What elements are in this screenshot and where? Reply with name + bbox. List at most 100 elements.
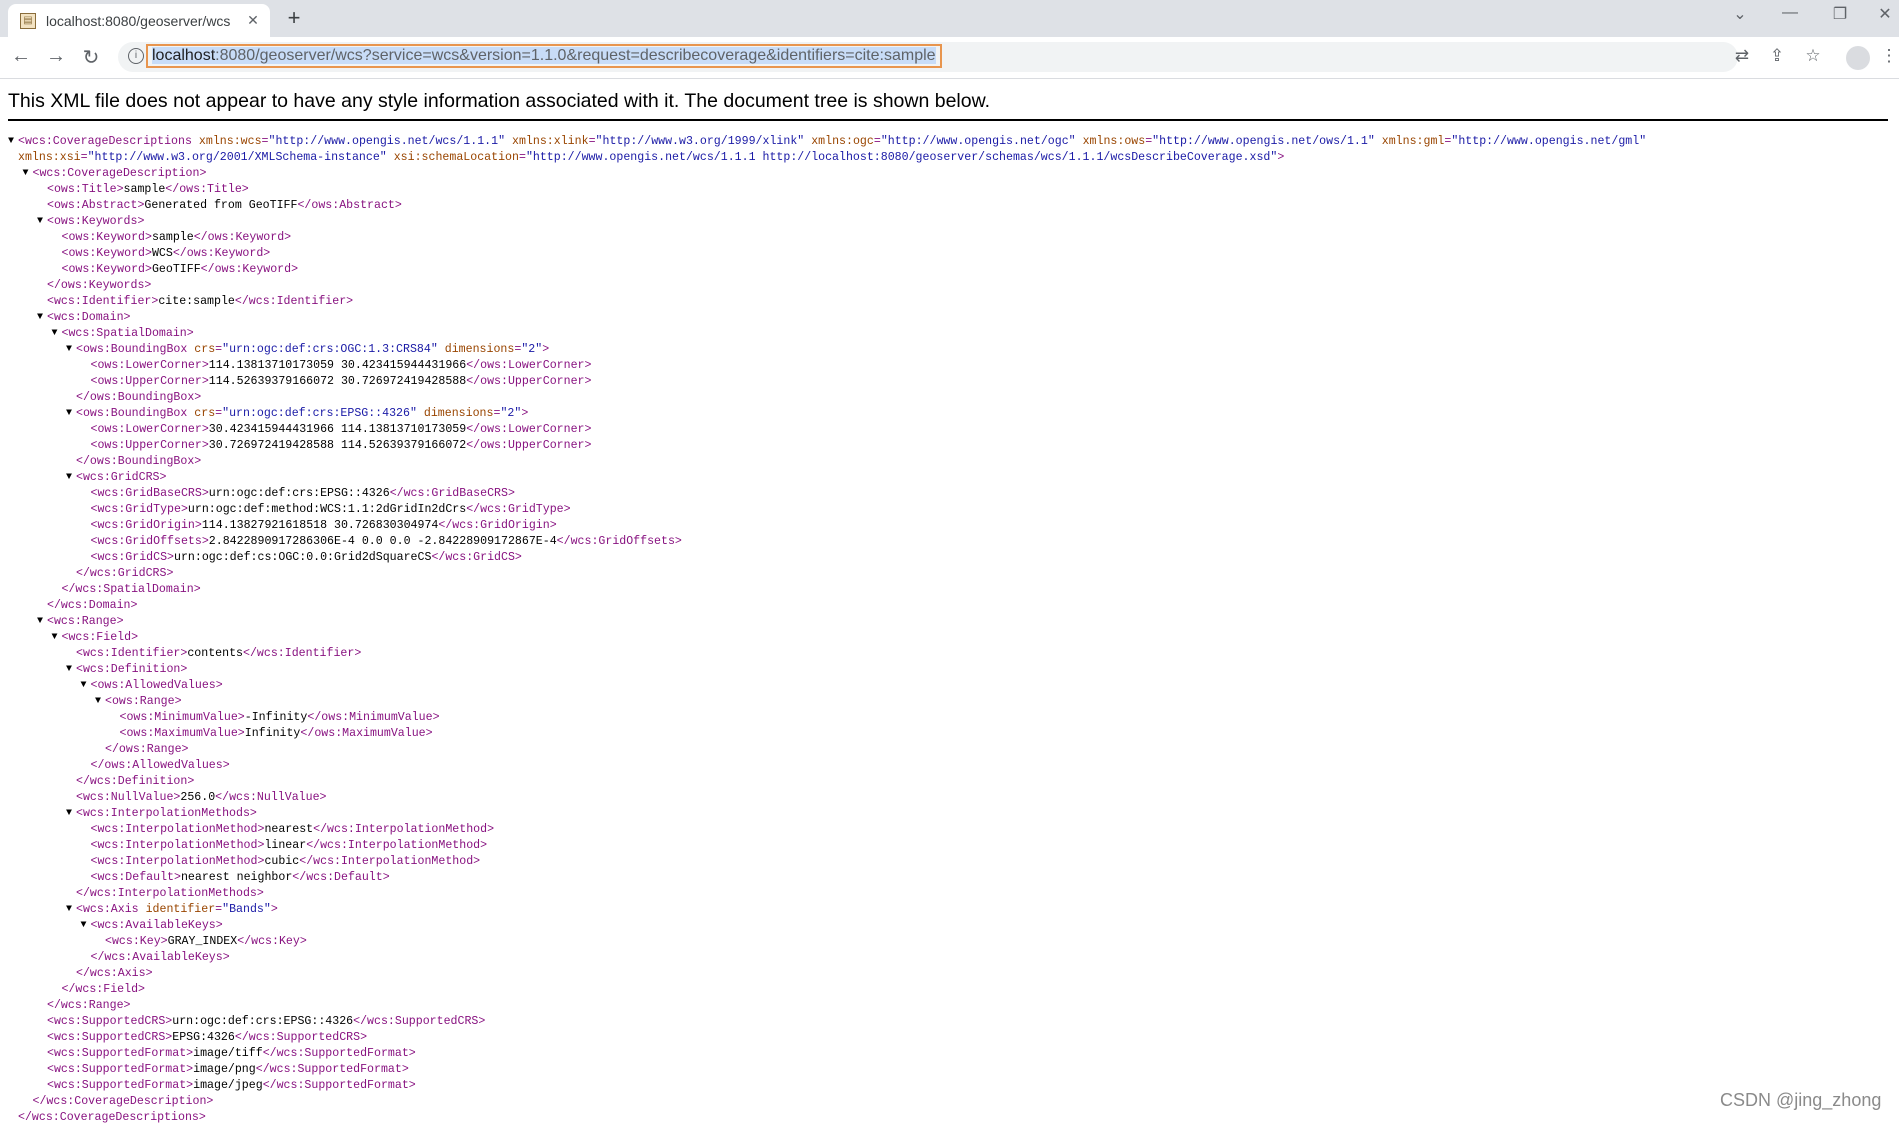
xml-text: 114.13827921618518 30.726830304974 (201, 519, 439, 532)
xml-line: ▼ <wcs:SpatialDomain> (8, 326, 1646, 342)
xml-line: ▼ <ows:Range> (8, 694, 1646, 710)
xml-line: <ows:LowerCorner>30.423415944431966 114.… (8, 422, 1646, 438)
profile-avatar[interactable] (1846, 46, 1870, 70)
xml-tag: </wcs:Axis> (76, 967, 153, 980)
xml-line: </wcs:Definition> (8, 774, 1646, 790)
xml-line: </ows:BoundingBox> (8, 390, 1646, 406)
xml-tag: <wcs:InterpolationMethod> (90, 855, 265, 868)
xml-tag: <ows:LowerCorner> (90, 359, 209, 372)
xml-text: 30.726972419428588 114.52639379166072 (208, 439, 467, 452)
xml-line: <ows:MaximumValue>Infinity</ows:MaximumV… (8, 726, 1646, 742)
xml-tag: </ows:UpperCorner> (466, 375, 592, 388)
xml-tag: <wcs:GridBaseCRS> (90, 487, 209, 500)
xml-tag: = (80, 151, 88, 164)
xml-attr-value: "http://www.opengis.net/ows/1.1" (1152, 135, 1375, 148)
xml-text: Infinity (244, 727, 301, 740)
xml-line: ▼ <wcs:GridCRS> (8, 470, 1646, 486)
xml-tag: </wcs:Identifier> (243, 647, 362, 660)
xml-tag: <ows:Title> (47, 183, 124, 196)
xml-line: </wcs:Range> (8, 998, 1646, 1014)
xml-tag: = (873, 135, 881, 148)
collapse-toggle-icon[interactable]: ▼ (95, 694, 101, 710)
xml-line: <ows:MinimumValue>-Infinity</ows:Minimum… (8, 710, 1646, 726)
xml-line: </wcs:CoverageDescriptions> (8, 1110, 1646, 1126)
xml-tag: <ows:BoundingBox (76, 343, 195, 356)
xml-text: 2.8422890917286306E-4 0.0 0.0 -2.8422890… (208, 535, 557, 548)
xml-text: nearest (264, 823, 314, 836)
collapse-toggle-icon[interactable]: ▼ (66, 806, 72, 822)
new-tab-icon[interactable]: + (282, 5, 306, 31)
xml-tag: <wcs:CoverageDescriptions (18, 135, 199, 148)
xml-line: ▼ <ows:Keywords> (8, 214, 1646, 230)
xml-text: contents (187, 647, 243, 660)
collapse-toggle-icon[interactable]: ▼ (66, 662, 72, 678)
site-info-icon[interactable]: i (128, 48, 144, 64)
xml-line: <wcs:Default>nearest neighbor</wcs:Defau… (8, 870, 1646, 886)
browser-tab[interactable]: ▤ localhost:8080/geoserver/wcs ✕ (8, 4, 270, 37)
xml-line: <wcs:SupportedCRS>EPSG:4326</wcs:Support… (8, 1030, 1646, 1046)
share-icon[interactable]: ⇪ (1764, 46, 1790, 66)
xml-tag: <wcs:InterpolationMethods> (76, 807, 257, 820)
xml-line: <ows:UpperCorner>30.726972419428588 114.… (8, 438, 1646, 454)
xml-line: <ows:Abstract>Generated from GeoTIFF</ow… (8, 198, 1646, 214)
collapse-toggle-icon[interactable]: ▼ (66, 902, 72, 918)
xml-line: <wcs:GridCS>urn:ogc:def:cs:OGC:0.0:Grid2… (8, 550, 1646, 566)
collapse-toggle-icon[interactable]: ▼ (52, 630, 58, 646)
xml-tag: <wcs:InterpolationMethod> (90, 823, 265, 836)
xml-attr-name: xsi:schemaLocation (386, 151, 519, 164)
collapse-toggle-icon[interactable]: ▼ (37, 614, 43, 630)
xml-text: GeoTIFF (151, 263, 201, 276)
page-favicon-icon: ▤ (20, 12, 36, 29)
collapse-toggle-icon[interactable]: ▼ (8, 134, 14, 150)
collapse-toggle-icon[interactable]: ▼ (66, 342, 72, 358)
collapse-toggle-icon[interactable]: ▼ (81, 918, 87, 934)
xml-tag: <wcs:AvailableKeys> (90, 919, 223, 932)
collapse-toggle-icon[interactable]: ▼ (52, 326, 58, 342)
xml-line: </wcs:AvailableKeys> (8, 950, 1646, 966)
collapse-toggle-icon[interactable]: ▼ (37, 214, 43, 230)
close-tab-icon[interactable]: ✕ (244, 12, 262, 29)
xml-attr-value: "urn:ogc:def:crs:EPSG::4326" (222, 407, 417, 420)
xml-tag: </wcs:AvailableKeys> (90, 951, 230, 964)
address-bar[interactable]: i localhost:8080/geoserver/wcs?service=w… (118, 42, 1738, 72)
collapse-toggle-icon[interactable]: ▼ (81, 678, 87, 694)
back-icon[interactable]: ← (8, 45, 34, 68)
forward-icon[interactable]: → (43, 45, 69, 68)
url-input[interactable]: localhost:8080/geoserver/wcs?service=wcs… (146, 44, 942, 68)
collapse-toggle-icon[interactable]: ▼ (66, 470, 72, 486)
xml-tag: <wcs:Default> (90, 871, 181, 884)
bookmark-star-icon[interactable]: ☆ (1800, 46, 1826, 66)
xml-tag: </ows:BoundingBox> (76, 455, 202, 468)
xml-tag: <wcs:Axis (76, 903, 146, 916)
xml-tag: </ows:LowerCorner> (466, 359, 592, 372)
xml-attr-name: xmlns:xlink (505, 135, 589, 148)
window-close-icon[interactable]: ✕ (1870, 4, 1899, 24)
xml-tag: <wcs:GridOffsets> (90, 535, 209, 548)
restore-icon[interactable]: ❐ (1825, 4, 1855, 24)
xml-tag: <ows:Keyword> (61, 263, 152, 276)
xml-tag: </wcs:SupportedCRS> (353, 1015, 486, 1028)
tab-search-icon[interactable]: ⌄ (1725, 4, 1755, 24)
reload-icon[interactable]: ↻ (78, 45, 104, 70)
xml-attr-name: xmlns:gml (1374, 135, 1445, 148)
xml-attr-name: identifier (145, 903, 216, 916)
xml-line: ▼ <ows:BoundingBox crs="urn:ogc:def:crs:O… (8, 342, 1646, 358)
xml-line: ▼ <wcs:CoverageDescription> (8, 166, 1646, 182)
xml-attr-name: crs (194, 343, 216, 356)
xml-tag: </wcs:SupportedFormat> (262, 1047, 416, 1060)
menu-icon[interactable]: ⋮ (1876, 46, 1899, 66)
xml-text: EPSG:4326 (172, 1031, 235, 1044)
xml-text: image/jpeg (193, 1079, 263, 1092)
collapse-toggle-icon[interactable]: ▼ (66, 406, 72, 422)
xml-text: 114.13813710173059 30.423415944431966 (208, 359, 467, 372)
minimize-icon[interactable]: — (1775, 4, 1805, 22)
collapse-toggle-icon[interactable]: ▼ (37, 310, 43, 326)
xml-tag: = (518, 151, 526, 164)
xml-tag: <ows:MaximumValue> (119, 727, 245, 740)
xml-line: <ows:UpperCorner>114.52639379166072 30.7… (8, 374, 1646, 390)
collapse-toggle-icon[interactable]: ▼ (23, 166, 29, 182)
translate-icon[interactable]: ⇄ (1729, 46, 1755, 66)
xml-line: </wcs:InterpolationMethods> (8, 886, 1646, 902)
url-host: localhost (152, 47, 216, 64)
xml-attr-value: "http://www.opengis.net/gml" (1451, 135, 1647, 148)
